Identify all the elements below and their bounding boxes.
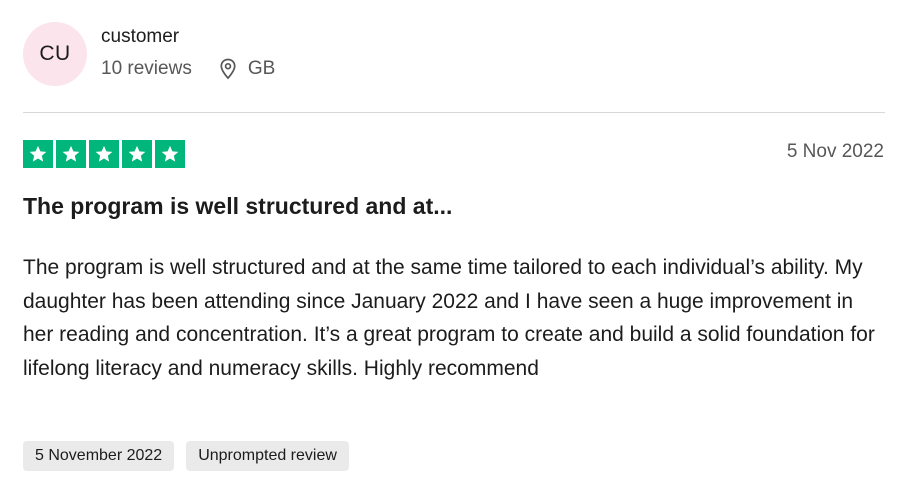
review-card: CU customer 10 reviews GB 5 Nov 2022 The… (0, 0, 900, 488)
star-icon (23, 140, 53, 168)
star-icon (89, 140, 119, 168)
avatar[interactable]: CU (23, 22, 87, 86)
review-body: The program is well structured and at th… (23, 256, 875, 380)
reviewer-meta: 10 reviews GB (101, 58, 275, 80)
reviewer-country: GB (247, 58, 276, 79)
reviewer-name[interactable]: customer (101, 26, 179, 48)
star-icon (56, 140, 86, 168)
review-tags: 5 November 2022 Unprompted review (23, 441, 349, 471)
reviews-count: 10 reviews (101, 58, 192, 79)
divider (23, 112, 885, 113)
star-rating (23, 140, 185, 168)
star-icon (155, 140, 185, 168)
star-icon (122, 140, 152, 168)
experience-date-tag: 5 November 2022 (23, 441, 175, 471)
location-pin-icon (218, 58, 238, 80)
avatar-initials: CU (39, 42, 71, 65)
review-title[interactable]: The program is well structured and at... (23, 193, 452, 220)
review-type-tag: Unprompted review (186, 441, 349, 471)
review-date: 5 Nov 2022 (786, 141, 884, 162)
